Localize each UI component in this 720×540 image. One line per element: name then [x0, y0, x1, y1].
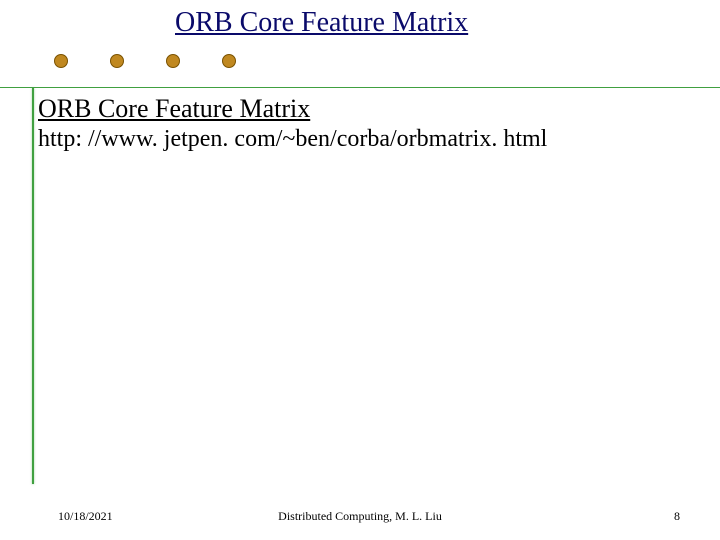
- slide: ORB Core Feature Matrix ORB Core Feature…: [0, 0, 720, 540]
- horizontal-rule: [0, 87, 720, 88]
- vertical-rule: [32, 88, 34, 484]
- footer-page-number: 8: [674, 509, 680, 524]
- footer: 10/18/2021 Distributed Computing, M. L. …: [0, 509, 720, 524]
- section-heading: ORB Core Feature Matrix: [38, 94, 310, 124]
- bullet-icon: [166, 54, 180, 68]
- bullet-icon: [110, 54, 124, 68]
- bullet-icon: [222, 54, 236, 68]
- url-text: http: //www. jetpen. com/~ben/corba/orbm…: [38, 126, 547, 153]
- footer-center: Distributed Computing, M. L. Liu: [278, 509, 442, 524]
- footer-date: 10/18/2021: [58, 509, 113, 524]
- bullet-row: [54, 54, 236, 68]
- slide-title: ORB Core Feature Matrix: [175, 7, 468, 39]
- bullet-icon: [54, 54, 68, 68]
